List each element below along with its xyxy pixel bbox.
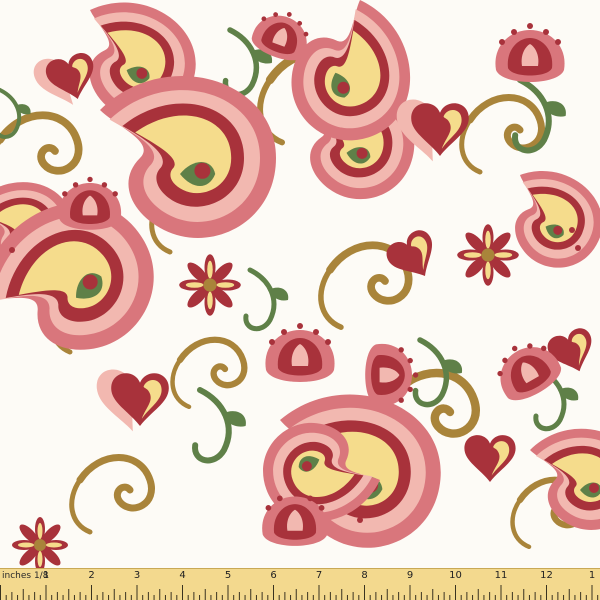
ruler-number: 12 (540, 570, 553, 581)
ruler-number: 11 (494, 570, 508, 581)
ruler-number: 3 (133, 570, 141, 581)
ruler-unit-label: inches 1/8 (2, 571, 49, 581)
ruler-number: 4 (179, 570, 186, 581)
ruler-number: 10 (449, 570, 462, 581)
ruler-number: 1 (588, 570, 596, 581)
ruler-number: 8 (361, 570, 368, 581)
measurement-ruler: inches 1/8 1 2 3 4 5 6 7 8 9 10 11 12 1 (0, 568, 600, 600)
ruler-number: 1 (42, 570, 50, 581)
fabric-swatch-image: inches 1/8 1 2 3 4 5 6 7 8 9 10 11 12 1 (0, 0, 600, 600)
ruler-number: 9 (406, 570, 414, 581)
ruler-number: 6 (270, 570, 277, 581)
ruler-number: 7 (315, 570, 323, 581)
ruler-number: 5 (224, 570, 232, 581)
paisley-pattern (0, 0, 600, 570)
ruler-number: 2 (88, 570, 95, 581)
